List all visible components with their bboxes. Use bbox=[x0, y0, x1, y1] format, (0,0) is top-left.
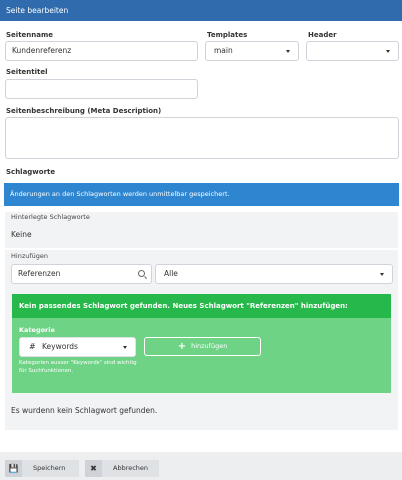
add-keyword-button-label: hinzufügen bbox=[191, 342, 228, 350]
save-button[interactable]: 💾 Speichern bbox=[5, 460, 79, 477]
keyword-search-value: Referenzen bbox=[18, 269, 61, 278]
category-select[interactable]: # Keywords bbox=[19, 337, 136, 357]
templates-select[interactable]: main bbox=[205, 41, 299, 61]
stored-keywords-label: Hinterlegte Schlagworte bbox=[11, 213, 90, 221]
keyword-filter-value: Alle bbox=[164, 269, 178, 278]
templates-select-value: main bbox=[214, 46, 233, 55]
no-keywords-found: Es wurdenn kein Schlagwort gefunden. bbox=[11, 406, 158, 415]
chevron-down-icon bbox=[123, 346, 127, 349]
chevron-down-icon bbox=[386, 50, 390, 53]
category-hint: Kategorien ausser "Keywords" sind wichti… bbox=[19, 360, 137, 374]
plus-icon: + bbox=[177, 341, 187, 352]
cancel-button[interactable]: ✖ Abbrechen bbox=[85, 460, 159, 477]
category-select-value: Keywords bbox=[42, 342, 78, 351]
seitenname-label: Seitenname bbox=[6, 31, 54, 39]
save-button-label: Speichern bbox=[33, 464, 66, 472]
keyword-filter-select[interactable]: Alle bbox=[155, 264, 393, 284]
seitenname-input[interactable]: Kundenreferenz bbox=[5, 41, 198, 61]
add-keyword-button[interactable]: + hinzufügen bbox=[144, 337, 261, 356]
seitentitel-label: Seitentitel bbox=[6, 68, 48, 76]
search-icon[interactable] bbox=[138, 270, 145, 277]
add-keywords-label: Hinzufügen bbox=[11, 252, 48, 260]
schlagworte-label: Schlagworte bbox=[6, 168, 56, 176]
chevron-down-icon bbox=[380, 273, 384, 276]
keyword-search-input[interactable]: Referenzen bbox=[11, 264, 152, 284]
hash-icon: # bbox=[29, 342, 36, 351]
description-label: Seitenbeschreibung (Meta Description) bbox=[6, 107, 162, 115]
close-icon: ✖ bbox=[85, 460, 102, 477]
stored-keywords-value: Keine bbox=[11, 230, 32, 239]
cancel-button-label: Abbrechen bbox=[113, 464, 149, 472]
window-title: Seite bearbeiten bbox=[0, 0, 402, 21]
category-label: Kategorie bbox=[19, 326, 55, 334]
seitentitel-input[interactable] bbox=[5, 79, 198, 99]
not-found-header: Kein passendes Schlagwort gefunden. Neue… bbox=[12, 294, 391, 318]
info-banner: Änderungen an den Schlagworten werden un… bbox=[4, 183, 399, 206]
header-label: Header bbox=[308, 31, 337, 39]
templates-label: Templates bbox=[207, 31, 248, 39]
save-icon: 💾 bbox=[5, 460, 22, 477]
header-select[interactable] bbox=[306, 41, 399, 61]
chevron-down-icon bbox=[286, 50, 290, 53]
description-textarea[interactable] bbox=[5, 117, 399, 159]
